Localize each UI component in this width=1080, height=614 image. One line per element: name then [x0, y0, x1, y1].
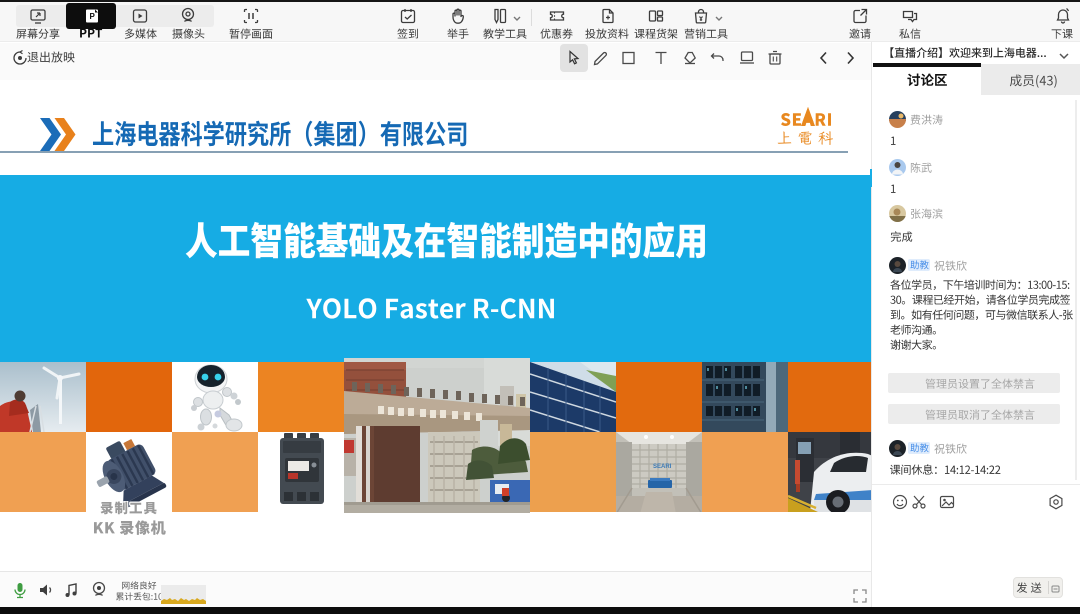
svg-text:SEARI: SEARI: [653, 464, 672, 470]
svg-text:P: P: [90, 12, 96, 21]
